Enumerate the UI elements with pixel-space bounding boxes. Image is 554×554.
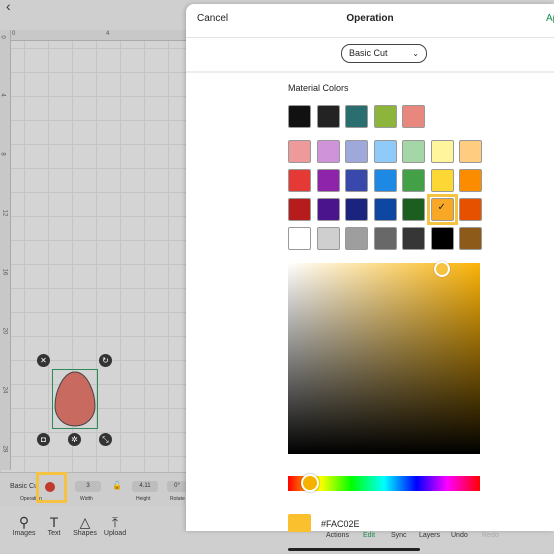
upload-icon: ⤒: [111, 514, 119, 530]
lock-handle-icon[interactable]: ◘: [37, 433, 50, 446]
material-color-swatch[interactable]: [402, 105, 425, 128]
tool-label: Shapes: [73, 530, 97, 537]
palette-color-swatch[interactable]: [316, 227, 340, 250]
operation-label: Basic Cu: [10, 483, 39, 490]
check-icon: ✓: [437, 202, 446, 213]
palette-color-swatch[interactable]: [316, 169, 340, 192]
upload-tool[interactable]: ⤒ Upload: [101, 514, 129, 537]
ruler-tick: 0: [12, 31, 16, 37]
shapes-tool[interactable]: △ Shapes: [71, 514, 99, 537]
palette-color-swatch[interactable]: [288, 169, 311, 192]
ruler-tick: 28: [1, 445, 8, 453]
palette-color-swatch[interactable]: [373, 169, 397, 192]
palette-color-swatch[interactable]: [288, 198, 311, 221]
operation-select[interactable]: Basic Cut ⌄: [341, 44, 427, 63]
tool-label: Images: [12, 530, 36, 537]
operation-select-value: Basic Cut: [349, 48, 388, 58]
palette-color-swatch[interactable]: [345, 198, 368, 221]
palette-color-swatch[interactable]: [373, 140, 397, 163]
nav-actions[interactable]: Actions: [326, 532, 349, 539]
width-field[interactable]: 3: [75, 481, 101, 492]
palette-color-swatch[interactable]: [373, 227, 397, 250]
text-icon: T: [49, 514, 59, 530]
palette-color-swatch[interactable]: [345, 227, 368, 250]
nav-sync[interactable]: Sync: [391, 532, 407, 539]
palette-color-swatch[interactable]: [402, 198, 425, 221]
nav-undo[interactable]: Undo: [451, 532, 468, 539]
apply-button[interactable]: Ap: [546, 13, 554, 24]
settings-handle-icon[interactable]: ✲: [68, 433, 81, 446]
shapes-icon: △: [79, 514, 91, 530]
saturation-value-picker[interactable]: [288, 261, 480, 454]
palette-color-swatch[interactable]: [345, 140, 368, 163]
nav-redo[interactable]: Redo: [482, 532, 499, 539]
material-color-swatch[interactable]: [316, 105, 340, 128]
rotate-handle-icon[interactable]: ↻: [99, 354, 112, 367]
section-title: Material Colors: [288, 83, 349, 93]
operation-highlight: [36, 472, 67, 503]
palette-color-swatch[interactable]: [430, 140, 454, 163]
ruler-tick: 16: [1, 268, 8, 276]
sv-picker-knob[interactable]: [434, 261, 450, 277]
text-tool[interactable]: T Text: [40, 514, 68, 537]
palette-color-swatch[interactable]: [430, 169, 454, 192]
palette-color-swatch[interactable]: [402, 169, 425, 192]
ruler-tick: 0: [0, 35, 6, 39]
width-label: Width: [80, 496, 93, 502]
chevron-down-icon: ⌄: [412, 49, 419, 58]
home-indicator: [288, 548, 420, 551]
height-label: Height: [136, 496, 151, 502]
palette-color-swatch[interactable]: [345, 169, 368, 192]
nav-edit[interactable]: Edit: [363, 532, 375, 539]
palette-color-swatch[interactable]: [316, 140, 340, 163]
palette-color-swatch[interactable]: [288, 140, 311, 163]
ruler-tick: 20: [1, 327, 8, 335]
palette-color-swatch[interactable]: [459, 198, 482, 221]
ruler-tick: 4: [106, 31, 110, 37]
ruler-tick: 4: [0, 93, 6, 97]
palette-color-swatch[interactable]: [373, 198, 397, 221]
palette-color-swatch[interactable]: [430, 227, 454, 250]
hue-slider-knob[interactable]: [301, 474, 319, 492]
hex-value[interactable]: #FAC02E: [321, 519, 360, 529]
palette-color-swatch[interactable]: [402, 227, 425, 250]
images-tool[interactable]: ⚲ Images: [10, 514, 38, 537]
back-chevron-icon[interactable]: ‹: [6, 0, 18, 13]
rotate-label: Rotate: [170, 496, 185, 502]
palette-color-swatch[interactable]: [288, 227, 311, 250]
height-field[interactable]: 4.11: [132, 481, 158, 492]
current-color-swatch: [288, 514, 311, 532]
bottom-nav: Actions Edit Sync Layers Undo Redo: [326, 532, 554, 546]
egg-shape[interactable]: [53, 370, 97, 428]
palette-color-swatch[interactable]: [402, 140, 425, 163]
tool-label: Text: [47, 530, 61, 537]
palette-color-swatch[interactable]: [316, 198, 340, 221]
panel-title: Operation: [346, 13, 394, 24]
hue-slider[interactable]: [288, 474, 480, 492]
lock-ratio-icon[interactable]: 🔓: [112, 481, 122, 490]
selection-box[interactable]: [52, 369, 98, 429]
delete-handle-icon[interactable]: ✕: [37, 354, 50, 367]
material-color-swatch[interactable]: [345, 105, 368, 128]
resize-handle-icon[interactable]: ⤡: [99, 433, 112, 446]
ruler-left: 0 4 8 12 16 20 24 28: [0, 30, 11, 470]
divider: [186, 71, 554, 73]
panel-header: Cancel Operation Ap: [186, 4, 554, 38]
palette-color-swatch[interactable]: [459, 169, 482, 192]
palette-color-swatch[interactable]: [459, 227, 482, 250]
operation-panel: Cancel Operation Ap Basic Cut ⌄ Material…: [186, 4, 554, 532]
material-color-swatch[interactable]: [288, 105, 311, 128]
nav-layers[interactable]: Layers: [419, 532, 440, 539]
image-bulb-icon: ⚲: [18, 514, 30, 530]
ruler-tick: 24: [1, 386, 8, 394]
tool-label: Upload: [103, 530, 127, 537]
ruler-tick: 12: [1, 209, 8, 217]
palette-color-swatch[interactable]: [459, 140, 482, 163]
material-color-swatch[interactable]: [373, 105, 397, 128]
rotate-field[interactable]: 0°: [167, 481, 187, 492]
ruler-tick: 8: [0, 152, 6, 156]
